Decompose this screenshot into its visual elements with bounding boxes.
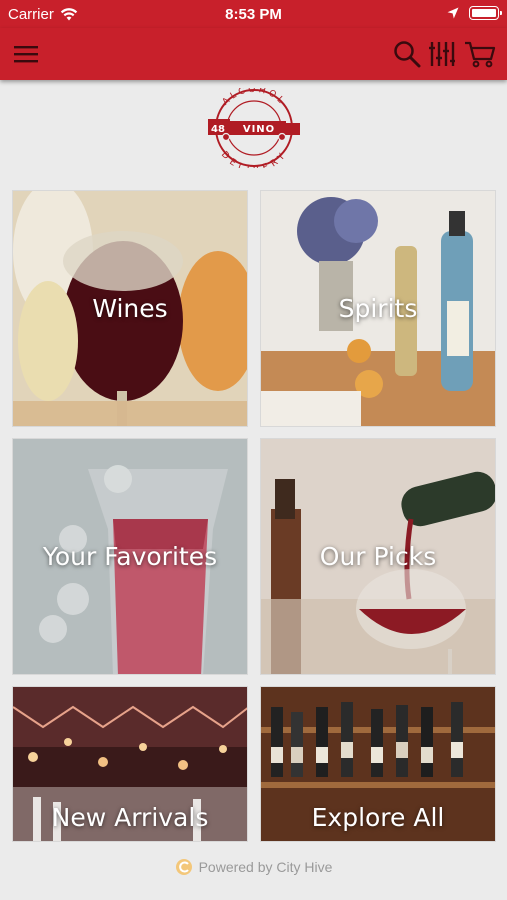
logo-graphic: ALCOHOL DELIVERY 48 VINO <box>208 85 300 175</box>
logo-text-bottom: DELIVERY <box>219 150 286 175</box>
tile-label: Wines <box>92 293 168 323</box>
footer: Powered by City Hive <box>0 856 507 878</box>
brand-logo: ALCOHOL DELIVERY 48 VINO <box>204 85 304 175</box>
tile-label: Your Favorites <box>42 541 218 571</box>
status-bar: Carrier 8:53 PM <box>0 0 507 28</box>
status-right-group <box>447 6 502 20</box>
logo-number: 48 <box>211 124 225 135</box>
footer-text: Powered by City Hive <box>198 859 333 875</box>
svg-text:DELIVERY: DELIVERY <box>219 150 289 168</box>
city-hive-icon <box>175 859 192 875</box>
tile-our-picks[interactable]: Our Picks <box>260 438 496 675</box>
menu-button[interactable] <box>8 28 44 80</box>
search-icon <box>394 41 421 68</box>
logo-brand: VINO <box>243 124 275 135</box>
tile-your-favorites[interactable]: Your Favorites <box>12 438 248 675</box>
hamburger-icon <box>14 46 38 63</box>
tile-explore-all[interactable]: Explore All <box>260 686 496 842</box>
tile-label: Our Picks <box>319 541 437 571</box>
cart-icon <box>465 41 496 68</box>
filter-icon <box>429 42 455 66</box>
location-arrow-icon <box>447 7 459 19</box>
filter-button[interactable] <box>426 28 458 80</box>
tile-label: Spirits <box>338 293 418 323</box>
tile-new-arrivals[interactable]: New Arrivals <box>12 686 248 842</box>
battery-icon <box>469 6 502 20</box>
logo-text-top: ALCOHOL <box>221 85 284 108</box>
nav-bar <box>0 28 507 80</box>
cart-button[interactable] <box>462 28 498 80</box>
tile-label: New Arrivals <box>51 803 209 832</box>
svg-text:ALCOHOL: ALCOHOL <box>221 88 287 107</box>
search-button[interactable] <box>390 28 424 80</box>
tile-label: Explore All <box>311 803 445 832</box>
status-time: 8:53 PM <box>225 6 282 23</box>
tile-spirits[interactable]: Spirits <box>260 190 496 427</box>
tile-wines[interactable]: Wines <box>12 190 248 427</box>
